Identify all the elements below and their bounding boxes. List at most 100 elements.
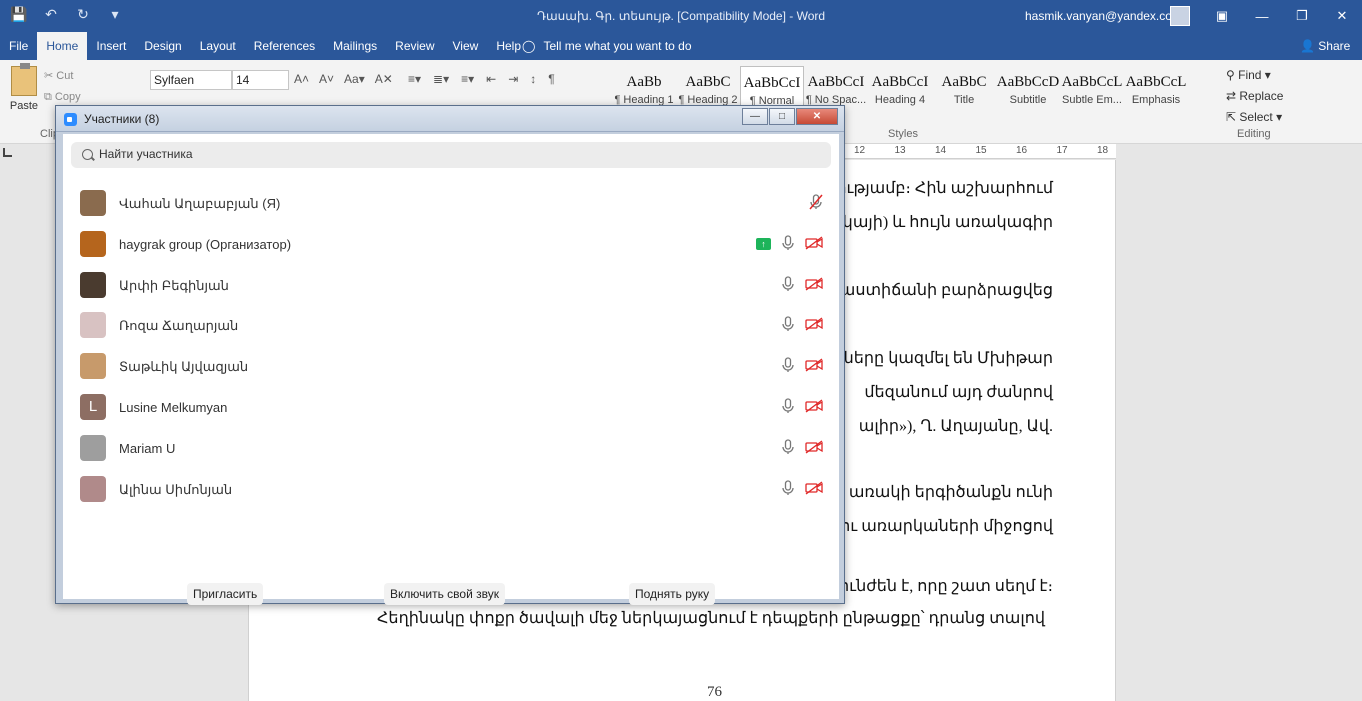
participant-name: Mariam U xyxy=(119,440,176,456)
shrink-font-icon[interactable]: A˅ xyxy=(319,72,334,86)
participant-row[interactable]: haygrak group (Организатор) ↑ xyxy=(63,223,839,264)
microphone-icon[interactable] xyxy=(781,275,795,295)
ribbon-display-icon[interactable]: ▣ xyxy=(1202,0,1242,32)
unmute-self-button[interactable]: Включить свой звук xyxy=(384,583,505,605)
style-item[interactable]: AaBbCcD Subtitle xyxy=(996,66,1060,112)
participant-search-input[interactable]: Найти участника xyxy=(71,142,831,168)
account-email[interactable]: hasmik.vanyan@yandex.com xyxy=(1025,9,1182,23)
zoom-camera-icon xyxy=(64,113,77,126)
style-sample: AaBbCcI xyxy=(743,75,801,91)
restore-icon[interactable]: ❐ xyxy=(1282,0,1322,32)
microphone-icon[interactable] xyxy=(781,398,795,417)
font-buttons: A˄ A˅ Aa▾ A✕ xyxy=(294,72,393,86)
page-number: 76 xyxy=(707,684,722,700)
tab-references[interactable]: References xyxy=(245,32,324,60)
video-off-icon[interactable] xyxy=(805,317,823,334)
participant-avatar xyxy=(80,230,106,257)
tell-me-box[interactable]: ◯ Tell me what you want to do xyxy=(522,39,692,53)
multilevel-list-icon[interactable]: ≡▾ xyxy=(461,72,474,86)
microphone-icon[interactable] xyxy=(781,235,795,254)
mic-muted-icon[interactable] xyxy=(809,194,823,213)
paragraph-buttons: ≡▾ ≣▾ ≡▾ ⇤ ⇥ ↕ ¶ xyxy=(408,72,555,86)
tab-view[interactable]: View xyxy=(444,32,488,60)
cut-button[interactable]: ✂ Cut xyxy=(44,66,81,87)
participant-status-icons xyxy=(809,194,823,213)
participant-row[interactable]: Ռոզա Ճաղարյան xyxy=(63,304,839,345)
dialog-close-icon[interactable]: ✕ xyxy=(796,108,838,125)
clear-formatting-icon[interactable]: A✕ xyxy=(375,72,393,86)
increase-indent-icon[interactable]: ⇥ xyxy=(508,72,518,86)
replace-label: Replace xyxy=(1239,89,1284,103)
grow-font-icon[interactable]: A˄ xyxy=(294,72,309,86)
tab-file[interactable]: File xyxy=(0,32,37,60)
ruler-number: 17 xyxy=(1056,145,1068,156)
sort-icon[interactable]: ↕ xyxy=(530,72,536,86)
video-off-icon[interactable] xyxy=(805,481,823,498)
document-line: մեզանում այդ ժանրով xyxy=(864,384,1053,401)
participant-row[interactable]: Վահան Աղաբաբյան (Я) xyxy=(63,182,839,223)
video-off-icon[interactable] xyxy=(805,358,823,375)
tab-home[interactable]: Home xyxy=(37,32,88,60)
video-off-icon[interactable] xyxy=(805,440,823,457)
tab-stop-selector[interactable] xyxy=(3,148,12,157)
paste-button[interactable]: Paste xyxy=(8,63,40,112)
invite-button[interactable]: Пригласить xyxy=(187,583,264,605)
find-button[interactable]: ⚲ Find ▾ xyxy=(1226,65,1283,86)
style-item[interactable]: AaBbCcL Emphasis xyxy=(1124,66,1188,112)
tab-mailings[interactable]: Mailings xyxy=(324,32,386,60)
microphone-icon[interactable] xyxy=(781,357,795,376)
share-button[interactable]: 👤 Share xyxy=(1300,39,1350,53)
tab-review[interactable]: Review xyxy=(386,32,443,60)
video-off-icon[interactable] xyxy=(805,277,823,294)
microphone-icon[interactable] xyxy=(781,439,795,458)
change-case-icon[interactable]: Aa▾ xyxy=(344,72,365,86)
account-avatar[interactable] xyxy=(1170,6,1190,26)
decrease-indent-icon[interactable]: ⇤ xyxy=(486,72,496,86)
participants-dialog: Участники (8) — □ ✕ Найти участника Վահա… xyxy=(55,105,845,605)
dialog-maximize-icon[interactable]: □ xyxy=(769,108,795,125)
close-icon[interactable]: ✕ xyxy=(1322,0,1362,32)
bullets-icon[interactable]: ≡▾ xyxy=(408,72,421,86)
dialog-title-bar[interactable]: Участники (8) — □ ✕ xyxy=(56,106,844,132)
replace-button[interactable]: ⇄ Replace xyxy=(1226,86,1283,107)
ruler-number: 13 xyxy=(894,145,906,156)
tab-design[interactable]: Design xyxy=(135,32,190,60)
select-button[interactable]: ⇱ Select ▾ xyxy=(1226,107,1283,128)
video-off-icon[interactable] xyxy=(805,399,823,416)
participant-row[interactable]: Mariam U xyxy=(63,427,839,468)
style-label: Subtle Em... xyxy=(1062,94,1122,106)
dialog-window-controls: — □ ✕ xyxy=(741,108,838,125)
font-name-select[interactable]: Sylfaen xyxy=(150,70,232,90)
participant-status-icons xyxy=(781,275,823,295)
style-item[interactable]: AaBbCcI Heading 4 xyxy=(868,66,932,112)
tab-layout[interactable]: Layout xyxy=(191,32,245,60)
style-item[interactable]: AaBbCcL Subtle Em... xyxy=(1060,66,1124,112)
search-placeholder: Найти участника xyxy=(99,147,193,161)
participant-avatar xyxy=(80,434,106,461)
microphone-icon[interactable] xyxy=(781,316,795,335)
pilcrow-icon[interactable]: ¶ xyxy=(548,72,554,86)
clipboard-commands: ✂ Cut ⧉ Copy xyxy=(44,66,81,108)
document-line: առակի երգիծանքն ունի xyxy=(848,484,1053,501)
tell-me-label: Tell me what you want to do xyxy=(543,39,692,53)
ribbon-tab-row: File Home Insert Design Layout References Mail… xyxy=(0,32,1362,60)
participant-row[interactable]: Տաթևիկ Այվազյան xyxy=(63,345,839,386)
participant-row[interactable]: Ալինա Սիմոնյան xyxy=(63,468,839,509)
video-off-icon[interactable] xyxy=(805,236,823,253)
document-line: ալիր»), Ղ. Աղայանը, Ավ. xyxy=(858,418,1053,435)
tab-insert[interactable]: Insert xyxy=(87,32,135,60)
raise-hand-button[interactable]: Поднять руку xyxy=(629,583,716,605)
style-label: Title xyxy=(953,94,975,106)
styles-group-label: Styles xyxy=(888,128,918,140)
participant-row[interactable]: L Lusine Melkumyan xyxy=(63,386,839,427)
document-line: աստիճանի բարձրացվեց xyxy=(839,282,1053,299)
font-size-select[interactable]: 14 xyxy=(232,70,289,90)
participant-status-icons xyxy=(781,357,823,376)
minimize-icon[interactable]: — xyxy=(1242,0,1282,32)
participant-name: Տաթևիկ Այվազյան xyxy=(119,359,249,375)
dialog-minimize-icon[interactable]: — xyxy=(742,108,768,125)
participant-row[interactable]: Արփի Բեգինյան xyxy=(63,264,839,305)
numbering-icon[interactable]: ≣▾ xyxy=(433,72,449,86)
microphone-icon[interactable] xyxy=(781,479,795,499)
style-item[interactable]: AaBbC Title xyxy=(932,66,996,112)
